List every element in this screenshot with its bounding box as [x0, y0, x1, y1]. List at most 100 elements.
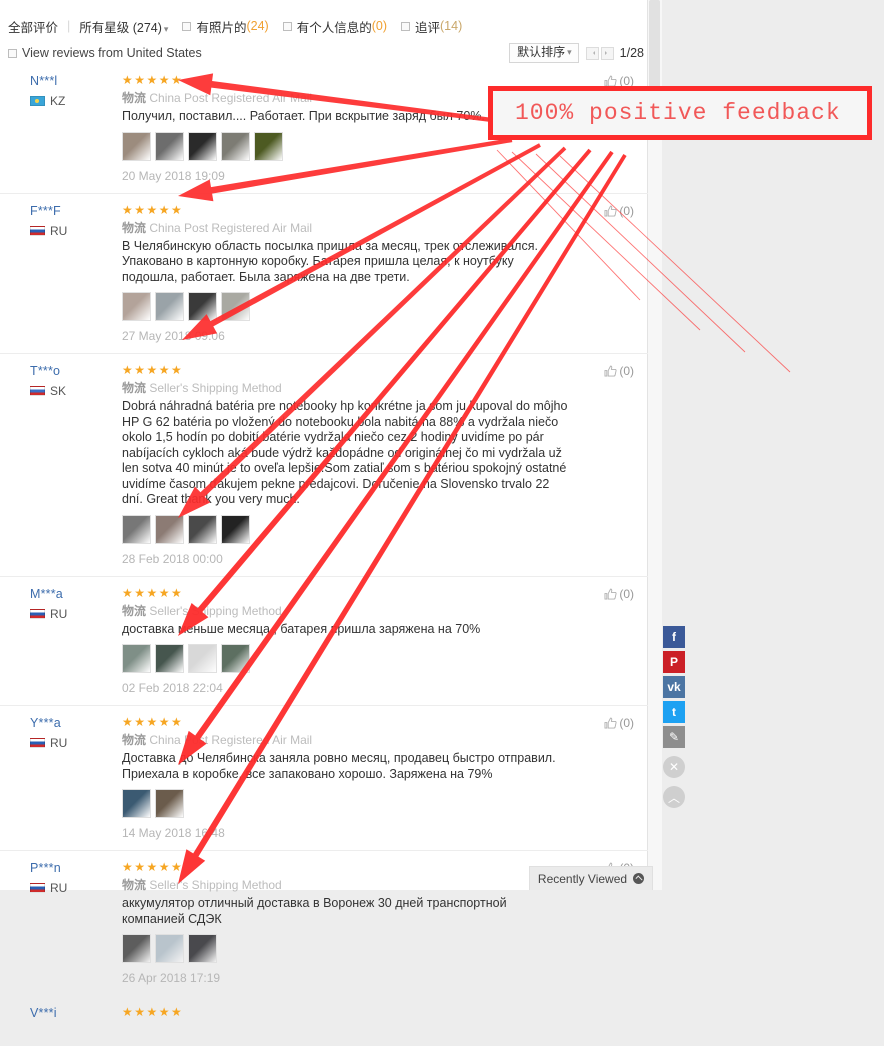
thumbs-up-icon[interactable]: [604, 717, 617, 729]
pagination: 1/28: [585, 46, 644, 60]
review-thumbnail[interactable]: [122, 292, 151, 321]
review-date: 28 Feb 2018 00:00: [122, 551, 223, 566]
review-text: Доставка до Челябинска заняла ровно меся…: [122, 751, 556, 781]
review-author-country: SK: [30, 384, 112, 398]
review-author-name[interactable]: Y***a: [30, 716, 112, 730]
next-page-button[interactable]: [600, 46, 614, 60]
filter-all-stars[interactable]: 所有星级 (274) ▾: [79, 17, 182, 36]
review-thumbnail[interactable]: [221, 514, 250, 544]
review-author: M***a RU: [30, 587, 112, 621]
review-helpful[interactable]: (0): [604, 587, 634, 601]
review-rating-stars: ★★★★★: [122, 585, 184, 600]
review-thumbnail[interactable]: [188, 514, 217, 544]
review-author-name[interactable]: P***n: [30, 861, 112, 875]
review-text: доставка меньше месяца , батарея пришла …: [122, 621, 481, 636]
review-thumbnail[interactable]: [155, 514, 184, 544]
review-author-name[interactable]: N***l: [30, 74, 112, 88]
checkbox-with-photos[interactable]: [182, 21, 192, 31]
review-thumbnail[interactable]: [188, 644, 217, 673]
review-rating-stars: ★★★★★: [122, 860, 184, 874]
review-thumbnail[interactable]: [221, 131, 250, 161]
review-date: 27 May 2018 09:06: [122, 329, 225, 343]
facebook-share-button[interactable]: f: [663, 626, 685, 648]
review-thumbnail[interactable]: [122, 789, 151, 818]
review-thumbnail[interactable]: [122, 514, 151, 544]
review-thumbnail[interactable]: [188, 292, 217, 321]
review-author-name[interactable]: M***a: [30, 587, 112, 601]
review-thumbnail[interactable]: [122, 644, 151, 673]
flag-icon: [30, 738, 45, 748]
thumbs-up-icon[interactable]: [604, 588, 617, 600]
review-date: 02 Feb 2018 22:04: [122, 681, 223, 695]
review-helpful[interactable]: (0): [604, 716, 634, 730]
review-body: ★★★★★ 物流 Seller's Shipping Method Dobrá …: [122, 364, 634, 576]
view-reviews-label: View reviews from United States: [22, 46, 202, 60]
review-helpful[interactable]: (0): [604, 364, 634, 378]
review-author-country-code: RU: [50, 223, 68, 238]
filter-with-personal-info-label: 有个人信息的: [296, 20, 372, 35]
filter-additional-reviews[interactable]: 追评 (14): [401, 17, 476, 36]
filter-additional-reviews-count: (14): [440, 19, 463, 33]
chevron-down-icon: ▾: [567, 47, 572, 57]
review-thumbnail[interactable]: [188, 934, 217, 963]
review-author: V***i: [30, 1006, 112, 1020]
edit-icon: ✎: [668, 730, 680, 744]
review-author-name[interactable]: T***o: [30, 364, 112, 378]
scroll-to-top-icon: ︿: [667, 790, 680, 805]
checkbox-additional-reviews[interactable]: [401, 21, 410, 31]
previous-page-button[interactable]: [585, 46, 599, 60]
flag-icon: [30, 96, 45, 106]
filter-with-personal-info[interactable]: 有个人信息的 (0): [282, 17, 401, 36]
vk-share-icon: vk: [667, 680, 681, 694]
sort-dropdown[interactable]: 默认排序 ▾: [509, 43, 579, 63]
flag-icon: [30, 608, 45, 619]
review-thumbnail[interactable]: [122, 934, 151, 963]
edit-button[interactable]: ✎: [663, 726, 685, 748]
close-rail-button[interactable]: ✕: [663, 756, 685, 778]
review-list: N***l KZ (0) ★★★★★ 物流 China Post Registe…: [0, 64, 648, 1046]
review-author-name[interactable]: V***i: [30, 1006, 112, 1020]
review-author-name[interactable]: F***F: [30, 204, 112, 218]
scroll-to-top-button[interactable]: ︿: [663, 786, 685, 808]
review-thumbnail[interactable]: [188, 131, 217, 161]
thumbs-up-icon[interactable]: [604, 205, 617, 217]
review-thumbnail[interactable]: [122, 131, 151, 161]
vk-share-button[interactable]: vk: [663, 676, 685, 698]
filter-all-reviews[interactable]: 全部评价: [8, 17, 67, 36]
pinterest-share-button[interactable]: P: [663, 651, 685, 673]
review-thumbnail[interactable]: [155, 292, 184, 321]
review-thumbnail[interactable]: [155, 644, 184, 673]
review-thumbnail[interactable]: [155, 131, 184, 161]
review-item: Y***a RU (0) ★★★★★ 物流 China Post Registe…: [0, 705, 648, 850]
review-author: T***o SK: [30, 364, 112, 398]
toolbar-right-group: 默认排序 ▾ 1/28: [509, 43, 644, 63]
review-item: T***o SK (0) ★★★★★ 物流 Seller's Shipping …: [0, 353, 648, 576]
review-author-country-code: RU: [50, 881, 68, 895]
review-thumbnail[interactable]: [155, 934, 184, 963]
checkbox-view-reviews-country[interactable]: [8, 48, 17, 58]
sort-dropdown-label: 默认排序: [517, 45, 566, 59]
review-rating-stars: ★★★★★: [122, 1005, 184, 1019]
annotation-callout: 100% positive feedback: [488, 86, 872, 140]
filter-additional-reviews-label: 追评: [415, 20, 441, 35]
view-reviews-from-country-toggle[interactable]: View reviews from United States: [8, 46, 202, 60]
review-thumbnail[interactable]: [221, 644, 250, 673]
review-helpful[interactable]: (0): [604, 204, 634, 218]
review-shipping-method: Seller's Shipping Method: [149, 603, 282, 618]
checkbox-with-personal-info[interactable]: [282, 21, 292, 31]
review-thumbnails: [122, 934, 572, 963]
review-thumbnail[interactable]: [155, 789, 184, 818]
recently-viewed-label: Recently Viewed: [537, 871, 628, 886]
thumbs-up-icon[interactable]: [604, 365, 617, 377]
review-thumbnails: [122, 789, 572, 818]
page-scrollbar-thumb[interactable]: [649, 0, 660, 96]
pinterest-share-icon: P: [669, 655, 678, 669]
review-rating-stars: ★★★★★: [122, 363, 184, 377]
review-thumbnail[interactable]: [254, 131, 283, 161]
recently-viewed-tab[interactable]: Recently Viewed: [529, 866, 653, 890]
review-helpful-count: (0): [619, 203, 634, 218]
review-thumbnail[interactable]: [221, 292, 250, 321]
twitter-share-button[interactable]: t: [663, 701, 685, 723]
filter-with-photos[interactable]: 有照片的 (24): [182, 17, 282, 36]
review-shipping-tag: 物流: [122, 381, 147, 395]
